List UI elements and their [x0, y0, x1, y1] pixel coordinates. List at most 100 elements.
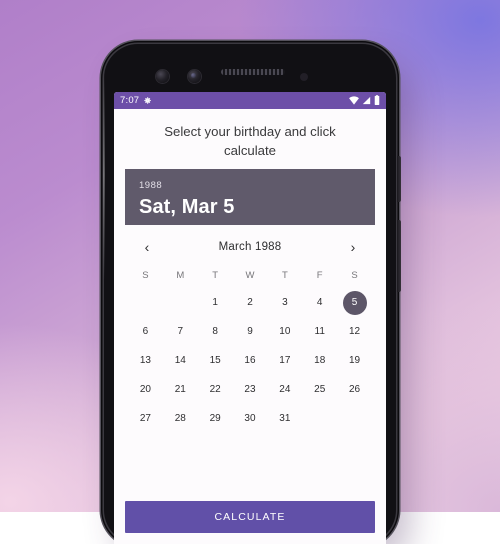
previous-month-chevron-icon[interactable]: ‹: [138, 238, 156, 256]
calendar-weeks: 1 2 3 4 5 6 7 8 9 10 11 12 13 14 15 16 17 18 19 20 21 22 23 24 2…: [128, 288, 372, 433]
status-bar-right: [349, 92, 380, 110]
calendar-day-cell[interactable]: 25: [302, 375, 337, 404]
calendar-day-number: 26: [349, 383, 361, 395]
calendar-day-cell[interactable]: 2: [233, 288, 268, 317]
status-bar-left: 7:07: [120, 92, 152, 110]
weekday-label: T: [281, 270, 288, 282]
calendar-day-cell[interactable]: 6: [128, 317, 163, 346]
volume-rocker-button[interactable]: [397, 220, 401, 292]
weekday-label: M: [176, 270, 185, 282]
calendar-day-number: 15: [209, 354, 221, 366]
calendar-day-cell[interactable]: 31: [267, 404, 302, 433]
calendar-day-number: 1: [212, 296, 218, 308]
calendar-day-number: 3: [282, 296, 288, 308]
calendar-day-number: 10: [279, 325, 291, 337]
phone-screen: 7:07 Select your birthday and click calc…: [114, 92, 386, 544]
calendar-day-cell[interactable]: 5: [337, 288, 372, 317]
calendar-day-number: 21: [174, 383, 186, 395]
calendar-day-number: [343, 407, 367, 431]
calendar-day-number: 22: [209, 383, 221, 395]
calendar-day-cell[interactable]: 21: [163, 375, 198, 404]
calendar-day-number: 13: [139, 354, 151, 366]
month-navigation: ‹ March 1988 ›: [114, 225, 386, 265]
phone-device-frame: 7:07 Select your birthday and click calc…: [103, 44, 401, 544]
calendar-day-cell[interactable]: 15: [198, 346, 233, 375]
calendar-day-number: 20: [139, 383, 151, 395]
weekday-label: T: [212, 270, 219, 282]
calendar-day-number: 8: [212, 325, 218, 337]
calendar-week-row: 6 7 8 9 10 11 12: [128, 317, 372, 346]
calendar-day-cell[interactable]: 26: [337, 375, 372, 404]
calendar-day-number: 2: [247, 296, 253, 308]
calendar-day-cell[interactable]: 16: [233, 346, 268, 375]
calendar-day-cell[interactable]: 29: [198, 404, 233, 433]
current-month-label: March 1988: [218, 241, 282, 254]
calendar-day-cell[interactable]: 30: [233, 404, 268, 433]
calendar-day-cell[interactable]: 9: [233, 317, 268, 346]
calendar-day-empty: [337, 404, 372, 433]
wifi-icon: [349, 92, 359, 110]
cell-signal-icon: [362, 92, 371, 110]
calendar-day-number: 7: [177, 325, 184, 337]
calendar-day-cell[interactable]: 10: [267, 317, 302, 346]
battery-icon: [374, 92, 380, 110]
calendar-week-row: 27 28 29 30 31: [128, 404, 372, 433]
calendar-day-cell[interactable]: 12: [337, 317, 372, 346]
calendar-grid: SMTWTFS 1 2 3 4 5 6 7 8 9 10 11 12 13 14 15 16 17 18 19 20 2…: [114, 265, 386, 433]
earpiece-speaker-grille: [221, 69, 285, 75]
calendar-day-cell[interactable]: 23: [233, 375, 268, 404]
calculate-button[interactable]: CALCULATE: [125, 501, 375, 533]
calendar-day-cell[interactable]: 17: [267, 346, 302, 375]
calendar-day-cell[interactable]: 8: [198, 317, 233, 346]
calendar-day-number: [133, 291, 157, 315]
calendar-day-number: 9: [247, 325, 253, 337]
weekday-label: F: [316, 270, 323, 282]
calendar-day-number: 23: [244, 383, 256, 395]
calendar-day-cell[interactable]: 7: [163, 317, 198, 346]
calendar-day-cell[interactable]: 1: [198, 288, 233, 317]
calendar-day-number: 28: [174, 412, 186, 424]
status-clock: 7:07: [120, 95, 140, 106]
calendar-day-cell[interactable]: 13: [128, 346, 163, 375]
calendar-day-number: 18: [314, 354, 326, 366]
calendar-day-cell[interactable]: 27: [128, 404, 163, 433]
calendar-week-row: 20 21 22 23 24 25 26: [128, 375, 372, 404]
calendar-day-number: 27: [139, 412, 151, 424]
calendar-day-number: 4: [316, 296, 323, 308]
calendar-day-cell[interactable]: 4: [302, 288, 337, 317]
front-camera-icon: [156, 70, 169, 83]
phone-top-bezel: [104, 44, 396, 92]
calendar-day-number: [168, 291, 192, 315]
calendar-day-cell[interactable]: 14: [163, 346, 198, 375]
calendar-day-cell[interactable]: 19: [337, 346, 372, 375]
calendar-day-number: 30: [244, 412, 256, 424]
calendar-day-empty: [302, 404, 337, 433]
weekday-label: W: [245, 270, 255, 282]
calendar-day-cell[interactable]: 3: [267, 288, 302, 317]
next-month-chevron-icon[interactable]: ›: [344, 238, 362, 256]
calendar-day-number: 31: [279, 412, 291, 424]
selected-date-label: Sat, Mar 5: [139, 195, 235, 218]
calendar-day-number: 24: [279, 383, 291, 395]
calendar-day-cell[interactable]: 22: [198, 375, 233, 404]
calendar-day-cell[interactable]: 28: [163, 404, 198, 433]
selected-date-header: 1988 Sat, Mar 5: [125, 169, 375, 226]
calendar-day-number: 29: [209, 412, 221, 424]
power-button[interactable]: [397, 156, 401, 202]
calendar-day-cell[interactable]: 11: [302, 317, 337, 346]
calendar-day-empty: [163, 288, 198, 317]
proximity-sensor-icon: [300, 73, 308, 81]
calendar-day-number: 25: [314, 383, 326, 395]
calendar-day-cell[interactable]: 20: [128, 375, 163, 404]
calendar-day-number: 11: [314, 325, 325, 337]
calendar-day-number: 19: [349, 354, 361, 366]
calendar-day-number: 6: [142, 325, 149, 337]
gear-icon: [143, 92, 152, 110]
calendar-day-number: 16: [244, 354, 256, 366]
calendar-day-empty: [128, 288, 163, 317]
calendar-day-cell[interactable]: 18: [302, 346, 337, 375]
page-title: Select your birthday and click calculate: [164, 124, 336, 158]
weekday-header-row: SMTWTFS: [128, 265, 372, 288]
calendar-week-row: 13 14 15 16 17 18 19: [128, 346, 372, 375]
calendar-day-cell[interactable]: 24: [267, 375, 302, 404]
